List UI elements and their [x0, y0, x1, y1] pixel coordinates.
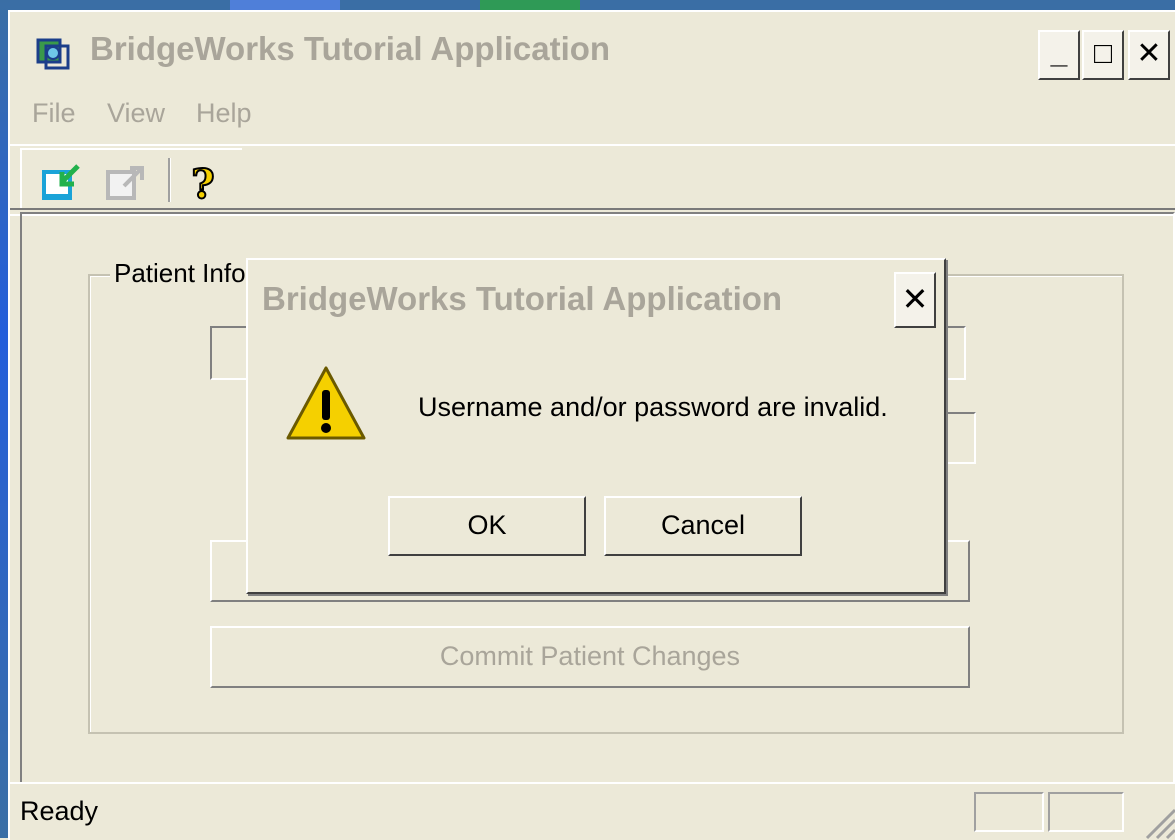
dialog-close-button[interactable]: ✕: [894, 272, 936, 328]
ok-button[interactable]: OK: [388, 496, 586, 556]
group-label: Patient Info: [110, 258, 250, 289]
disconnect-icon[interactable]: [102, 160, 148, 206]
warning-icon: [286, 366, 366, 440]
minimize-button[interactable]: _: [1038, 30, 1080, 80]
dialog-message: Username and/or password are invalid.: [418, 392, 888, 422]
desktop-icon: [480, 0, 580, 10]
menu-file[interactable]: File: [32, 98, 76, 129]
cancel-button[interactable]: Cancel: [604, 496, 802, 556]
window-title: BridgeWorks Tutorial Application: [90, 30, 611, 67]
close-button[interactable]: ✕: [1128, 30, 1170, 80]
help-icon[interactable]: ?: [180, 160, 226, 206]
title-bar[interactable]: BridgeWorks Tutorial Application _ □ ✕: [10, 12, 1175, 84]
app-icon: [36, 38, 70, 70]
svg-text:?: ?: [191, 161, 214, 206]
menu-help[interactable]: Help: [196, 98, 252, 129]
commit-patient-changes-button[interactable]: Commit Patient Changes: [210, 626, 970, 688]
menu-view[interactable]: View: [107, 98, 165, 129]
close-icon: ✕: [1136, 37, 1162, 70]
resize-grip-icon[interactable]: [1137, 800, 1175, 840]
status-pane: [1048, 792, 1124, 832]
status-bar: Ready: [10, 782, 1175, 840]
menu-bar: File View Help: [10, 88, 1175, 146]
connect-icon[interactable]: [38, 160, 84, 206]
maximize-button[interactable]: □: [1082, 30, 1124, 80]
minimize-icon: _: [1050, 37, 1068, 70]
maximize-icon: □: [1093, 37, 1113, 70]
toolbar: ?: [20, 148, 242, 210]
toolbar-divider: [168, 158, 171, 202]
status-text: Ready: [20, 796, 99, 826]
close-icon: ✕: [901, 281, 929, 317]
dialog-title: BridgeWorks Tutorial Application: [262, 280, 783, 317]
status-pane: [974, 792, 1044, 832]
error-dialog: BridgeWorks Tutorial Application ✕ Usern…: [246, 258, 946, 594]
desktop-icon: [230, 0, 340, 10]
